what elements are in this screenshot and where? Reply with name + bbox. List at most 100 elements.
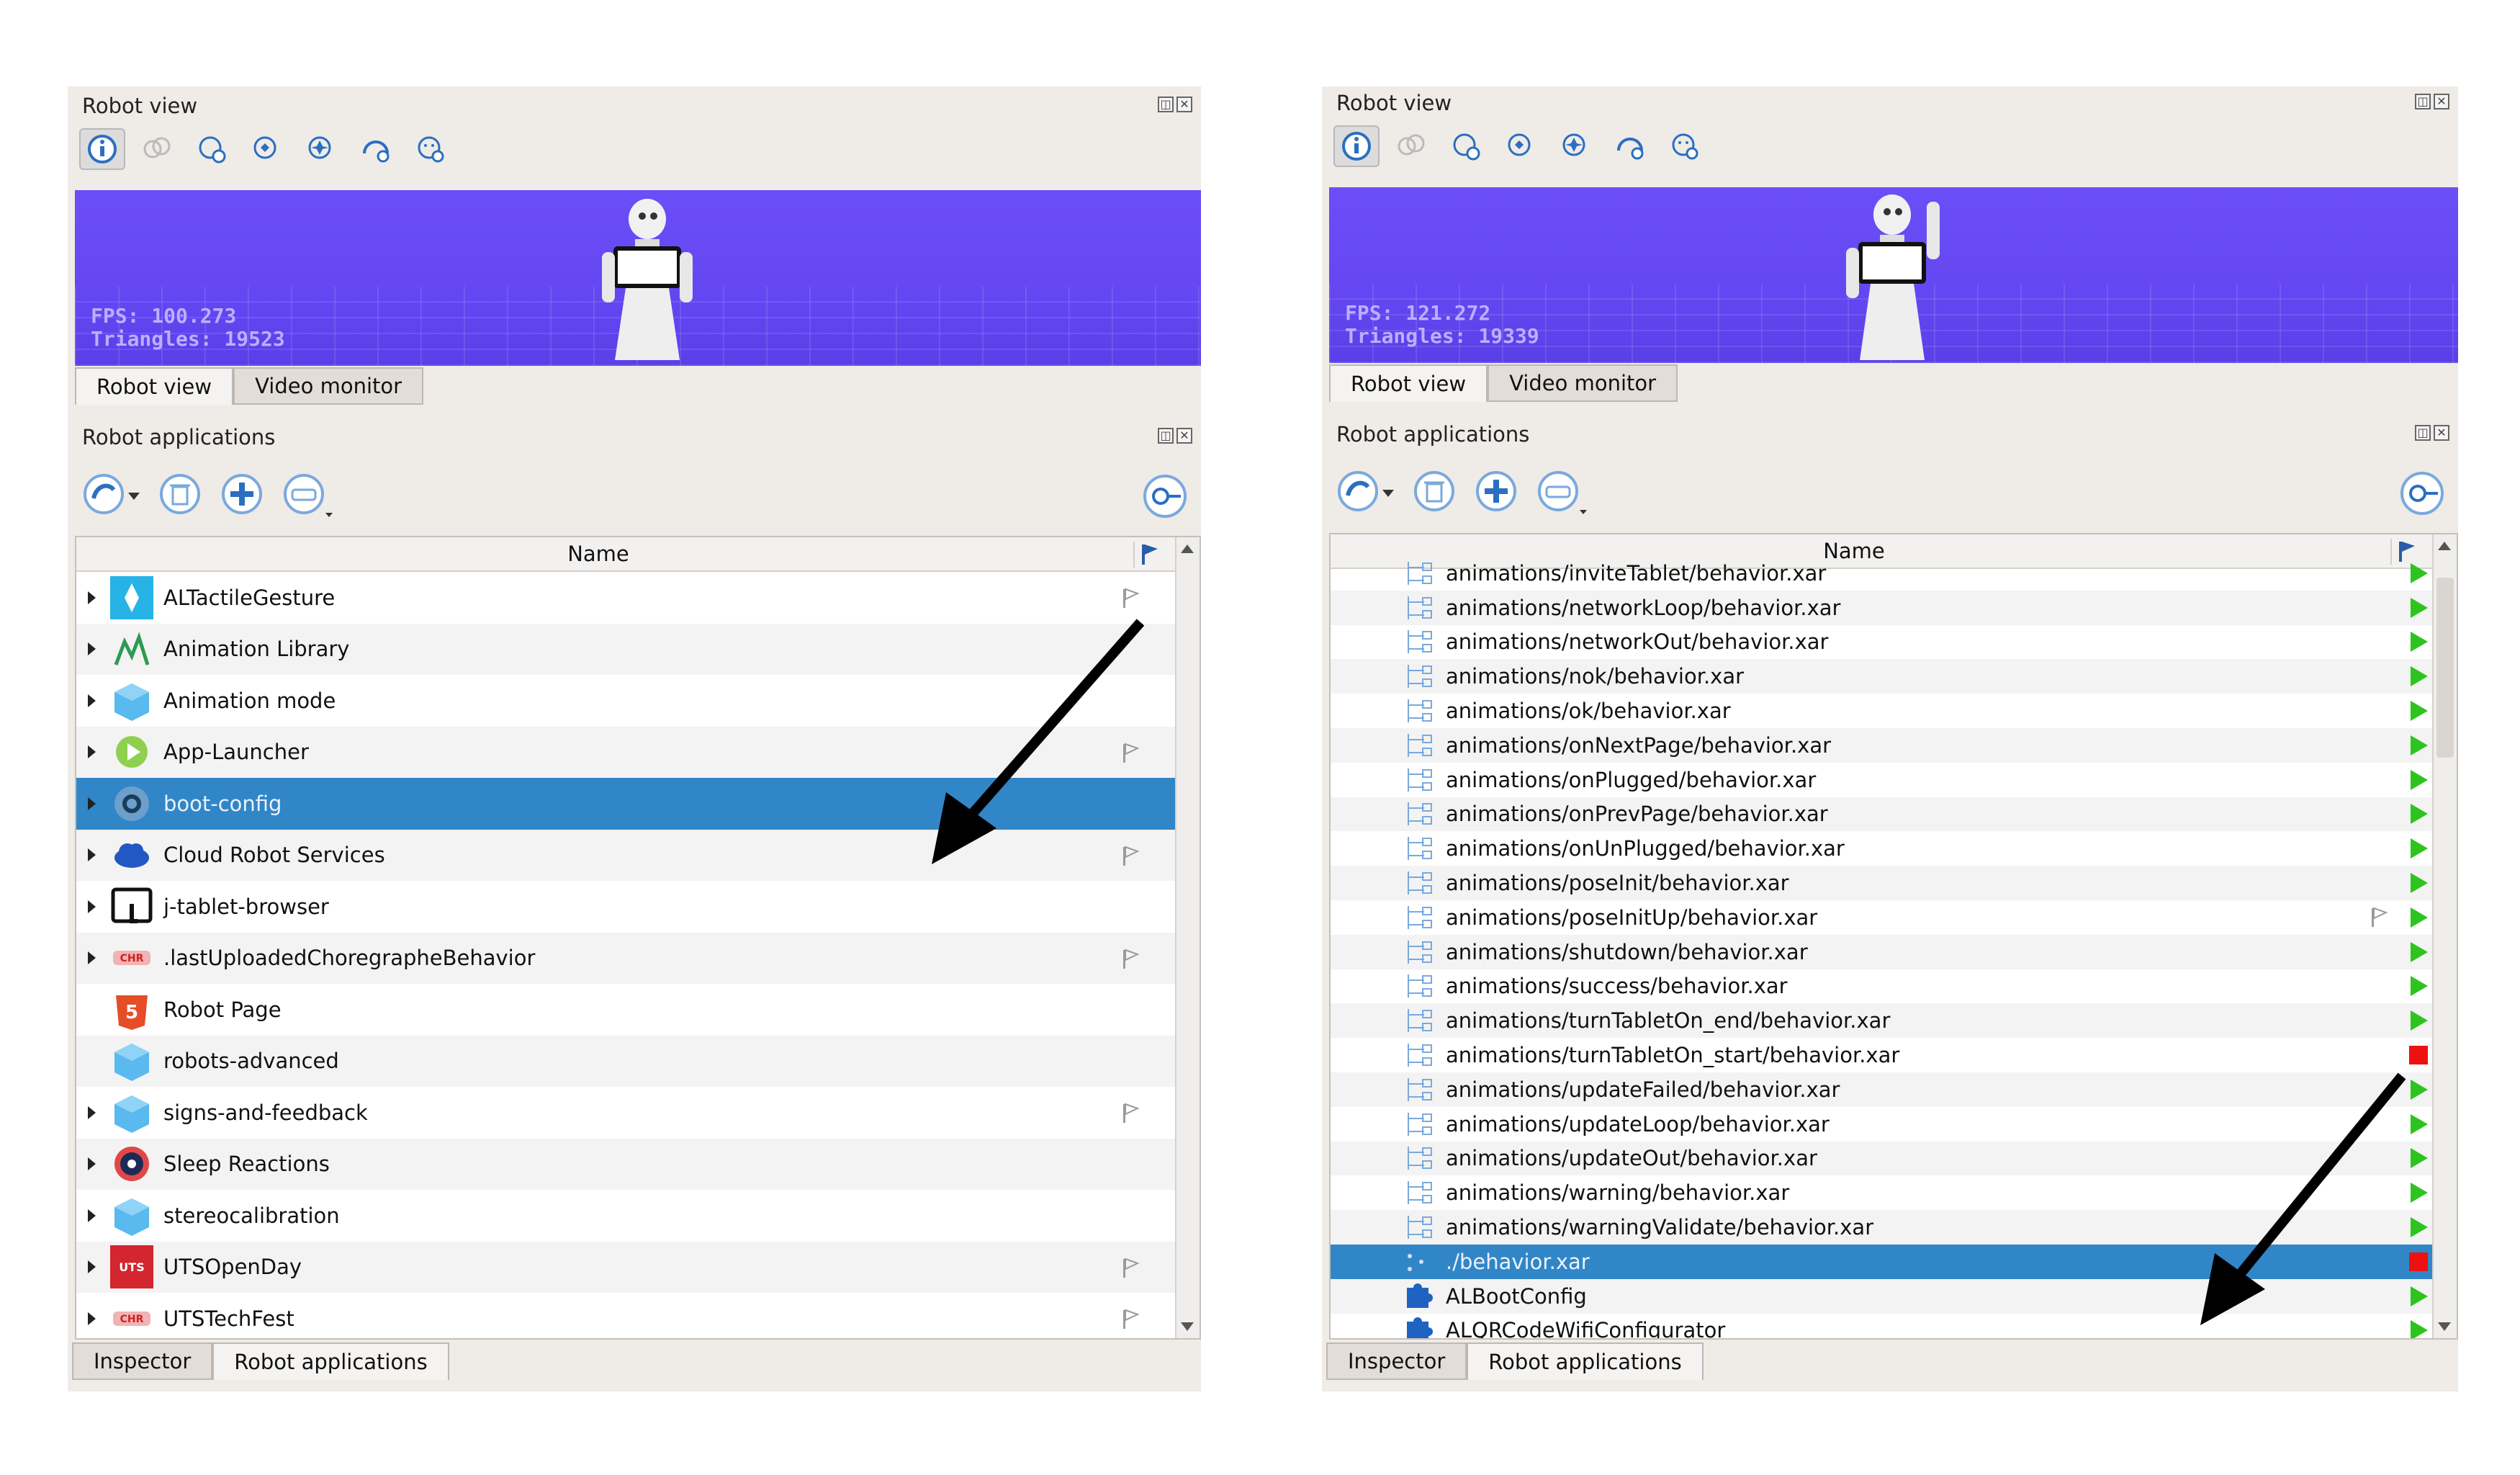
tree-scrollbar[interactable]: [1175, 537, 1200, 1338]
expand-arrow-icon[interactable]: [88, 642, 96, 656]
float-icon[interactable]: ◫: [1158, 428, 1174, 444]
list-item[interactable]: animations/poseInitUp/behavior.xar: [1331, 900, 2457, 935]
expand-arrow-icon[interactable]: [88, 797, 96, 810]
tab-robot-applications[interactable]: Robot applications: [212, 1342, 449, 1380]
list-item[interactable]: animations/success/behavior.xar: [1331, 969, 2457, 1004]
install-button[interactable]: [79, 468, 144, 519]
leds-button[interactable]: [243, 128, 289, 170]
default-flag-icon[interactable]: [2369, 907, 2390, 933]
add-button[interactable]: [1472, 465, 1522, 516]
list-item[interactable]: stereocalibration: [76, 1190, 1200, 1242]
scroll-up-icon[interactable]: [1181, 544, 1194, 553]
close-icon[interactable]: ✕: [1176, 428, 1192, 444]
list-item[interactable]: animations/shutdown/behavior.xar: [1331, 934, 2457, 969]
scroll-down-icon[interactable]: [2438, 1322, 2451, 1331]
name-column-header[interactable]: Name: [76, 542, 1120, 566]
list-item[interactable]: j-tablet-browser: [76, 881, 1200, 933]
play-icon[interactable]: [2411, 838, 2428, 859]
play-icon[interactable]: [2411, 976, 2428, 997]
play-icon[interactable]: [2411, 941, 2428, 962]
default-flag-column-header[interactable]: [1133, 542, 1164, 568]
default-flag-icon[interactable]: [1120, 1103, 1142, 1129]
face-button[interactable]: [1662, 125, 1708, 167]
tab-robot-applications[interactable]: Robot applications: [1467, 1342, 1704, 1380]
list-item[interactable]: 5 Robot Page: [76, 984, 1200, 1036]
stiffness-button[interactable]: [1552, 125, 1598, 167]
stop-icon[interactable]: [2409, 1046, 2428, 1065]
float-icon[interactable]: ◫: [2415, 94, 2431, 109]
list-item[interactable]: animations/onUnPlugged/behavior.xar: [1331, 831, 2457, 866]
robot-3d-viewport[interactable]: FPS: 100.273 Triangles: 19523: [75, 190, 1201, 366]
list-item[interactable]: animations/inviteTablet/behavior.xar: [1331, 556, 2457, 591]
sensors-button[interactable]: [1607, 125, 1653, 167]
list-item[interactable]: CHR .lastUploadedChoregrapheBehavior: [76, 932, 1200, 984]
play-icon[interactable]: [2411, 804, 2428, 825]
stiffness-button[interactable]: [298, 128, 344, 170]
close-icon[interactable]: ✕: [2434, 425, 2449, 441]
leds-button[interactable]: [1498, 125, 1544, 167]
expand-arrow-icon[interactable]: [88, 1157, 96, 1171]
list-item[interactable]: animations/onNextPage/behavior.xar: [1331, 727, 2457, 763]
list-item[interactable]: animations/onPrevPage/behavior.xar: [1331, 797, 2457, 832]
packages-button[interactable]: [1534, 465, 1598, 516]
default-flag-icon[interactable]: [1120, 1309, 1142, 1335]
connect-robot-button[interactable]: [1140, 472, 1191, 520]
scroll-down-icon[interactable]: [1181, 1322, 1194, 1331]
tab-robot-view[interactable]: Robot view: [1329, 364, 1488, 402]
list-item[interactable]: animations/nok/behavior.xar: [1331, 659, 2457, 694]
list-item[interactable]: animations/poseInit/behavior.xar: [1331, 866, 2457, 900]
connect-robot-button[interactable]: [2398, 470, 2448, 517]
play-icon[interactable]: [2411, 597, 2428, 618]
scroll-up-icon[interactable]: [2438, 542, 2451, 550]
list-item[interactable]: animations/ok/behavior.xar: [1331, 694, 2457, 728]
tab-robot-view[interactable]: Robot view: [75, 367, 234, 405]
list-item[interactable]: animations/networkLoop/behavior.xar: [1331, 590, 2457, 625]
install-button[interactable]: [1333, 465, 1398, 516]
tab-video-monitor[interactable]: Video monitor: [233, 367, 424, 405]
float-icon[interactable]: ◫: [2415, 425, 2431, 441]
trash-icon[interactable]: [1410, 465, 1460, 516]
tab-inspector[interactable]: Inspector: [72, 1342, 213, 1380]
expand-arrow-icon[interactable]: [88, 951, 96, 965]
expand-arrow-icon[interactable]: [88, 900, 96, 913]
expand-arrow-icon[interactable]: [88, 1312, 96, 1325]
expand-arrow-icon[interactable]: [88, 848, 96, 862]
info-button[interactable]: [79, 128, 125, 170]
play-icon[interactable]: [2411, 701, 2428, 722]
play-icon[interactable]: [2411, 562, 2428, 583]
scroll-thumb[interactable]: [2436, 578, 2454, 758]
expand-arrow-icon[interactable]: [88, 1209, 96, 1222]
joints-button[interactable]: [1443, 125, 1489, 167]
expand-arrow-icon[interactable]: [88, 694, 96, 707]
play-icon[interactable]: [2411, 666, 2428, 687]
expand-arrow-icon[interactable]: [88, 745, 96, 759]
default-flag-icon[interactable]: [1120, 588, 1142, 614]
info-button[interactable]: [1333, 125, 1380, 167]
play-icon[interactable]: [2411, 907, 2428, 928]
close-icon[interactable]: ✕: [2434, 94, 2449, 109]
expand-arrow-icon[interactable]: [88, 1106, 96, 1119]
tab-inspector[interactable]: Inspector: [1326, 1342, 1467, 1380]
motors-button[interactable]: [134, 128, 180, 170]
list-item[interactable]: animations/turnTabletOn_end/behavior.xar: [1331, 1003, 2457, 1039]
list-item[interactable]: robots-advanced: [76, 1035, 1200, 1087]
list-item[interactable]: signs-and-feedback: [76, 1087, 1200, 1139]
play-icon[interactable]: [2411, 873, 2428, 894]
float-icon[interactable]: ◫: [1158, 97, 1174, 112]
trash-icon[interactable]: [156, 468, 206, 519]
list-item[interactable]: UTS UTSOpenDay: [76, 1241, 1200, 1293]
list-item[interactable]: animations/onPlugged/behavior.xar: [1331, 763, 2457, 797]
list-item[interactable]: CHR UTSTechFest: [76, 1293, 1200, 1338]
play-icon[interactable]: [2411, 769, 2428, 790]
motors-button[interactable]: [1388, 125, 1434, 167]
tree-scrollbar[interactable]: [2432, 534, 2457, 1338]
list-item[interactable]: animations/networkOut/behavior.xar: [1331, 625, 2457, 660]
joints-button[interactable]: [189, 128, 235, 170]
expand-arrow-icon[interactable]: [88, 591, 96, 604]
packages-button[interactable]: [279, 468, 344, 519]
list-item[interactable]: Sleep Reactions: [76, 1138, 1200, 1190]
expand-arrow-icon[interactable]: [88, 1260, 96, 1274]
close-icon[interactable]: ✕: [1176, 97, 1192, 112]
sensors-button[interactable]: [353, 128, 399, 170]
robot-3d-viewport[interactable]: FPS: 121.272 Triangles: 19339: [1329, 187, 2458, 363]
